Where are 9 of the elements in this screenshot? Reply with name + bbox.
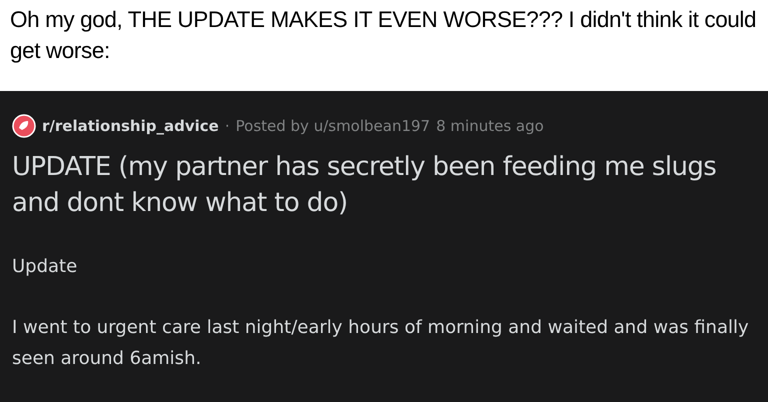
post-time: 8 minutes ago	[436, 116, 544, 137]
post-paragraph: Update	[12, 255, 78, 279]
subreddit-icon	[12, 114, 36, 138]
post-title: UPDATE (my partner has secretly been feeding me slugs and dont know what to do)	[12, 151, 718, 220]
caption-text: Oh my god, THE UPDATE MAKES IT EVEN WORSE??? I didn't think it could get worse:	[9, 6, 758, 65]
separator-dot: ·	[224, 116, 230, 137]
post-paragraph: I went to urgent care last night/early hours of morning and waited and was finally seen around 6amish.	[12, 316, 750, 371]
subreddit-link[interactable]: r/relationship_advice	[42, 114, 219, 138]
posted-by-text: Posted by u/smolbean197	[236, 116, 430, 137]
